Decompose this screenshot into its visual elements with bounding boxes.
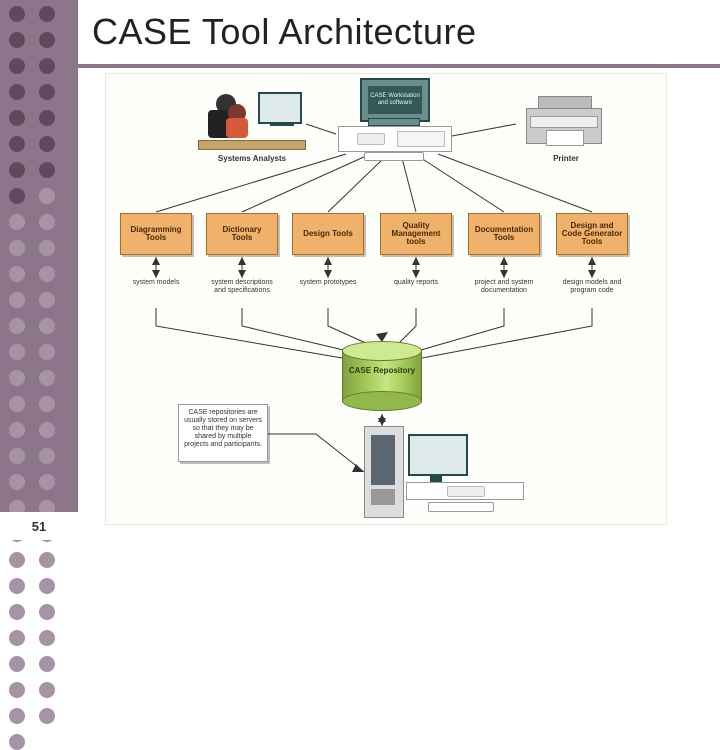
server-monitor xyxy=(408,434,468,476)
case-repository: CASE Repository xyxy=(342,350,422,402)
workstation-keyboard xyxy=(364,152,424,161)
analysts-label: Systems Analysts xyxy=(198,154,306,163)
decorative-sidebar xyxy=(0,0,78,540)
monitor-stand xyxy=(368,118,420,126)
tool-documentation: Documentation Tools xyxy=(468,213,540,255)
slide-root: CASE Tool Architecture 51 xyxy=(0,0,720,540)
tool-diagramming: Diagramming Tools xyxy=(120,213,192,255)
server-base-unit xyxy=(406,482,524,500)
workstation-cpu xyxy=(338,126,452,152)
workstation-caption: CASE Workstation and software xyxy=(368,86,422,114)
sublabel-2: system prototypes xyxy=(292,279,364,287)
server-keyboard xyxy=(428,502,494,512)
server-tower xyxy=(364,426,404,518)
tool-design: Design Tools xyxy=(292,213,364,255)
workstation-monitor: CASE Workstation and software xyxy=(360,78,430,122)
title-bar: CASE Tool Architecture xyxy=(78,0,720,68)
server-monitor-stand xyxy=(430,474,442,482)
printer-label: Printer xyxy=(536,154,596,163)
sublabel-4: project and system documentation xyxy=(468,279,540,295)
tool-dictionary: Dictionary Tools xyxy=(206,213,278,255)
printer-figure xyxy=(516,94,612,150)
sublabel-1: system descriptions and specifications xyxy=(206,279,278,295)
page-number: 51 xyxy=(0,512,78,540)
systems-analysts-figure xyxy=(198,88,306,150)
sublabel-0: system models xyxy=(120,279,192,287)
diagram-canvas: Systems Analysts CASE Workstation and so… xyxy=(106,74,666,524)
tool-codegen: Design and Code Generator Tools xyxy=(556,213,628,255)
sublabel-3: quality reports xyxy=(380,279,452,287)
sidebar-dots xyxy=(9,6,69,750)
sublabel-5: design models and program code xyxy=(556,279,628,295)
tool-quality: Quality Management tools xyxy=(380,213,452,255)
repository-note: CASE repositories are usually stored on … xyxy=(178,404,268,462)
repository-label: CASE Repository xyxy=(342,366,422,375)
slide-title: CASE Tool Architecture xyxy=(92,11,477,53)
